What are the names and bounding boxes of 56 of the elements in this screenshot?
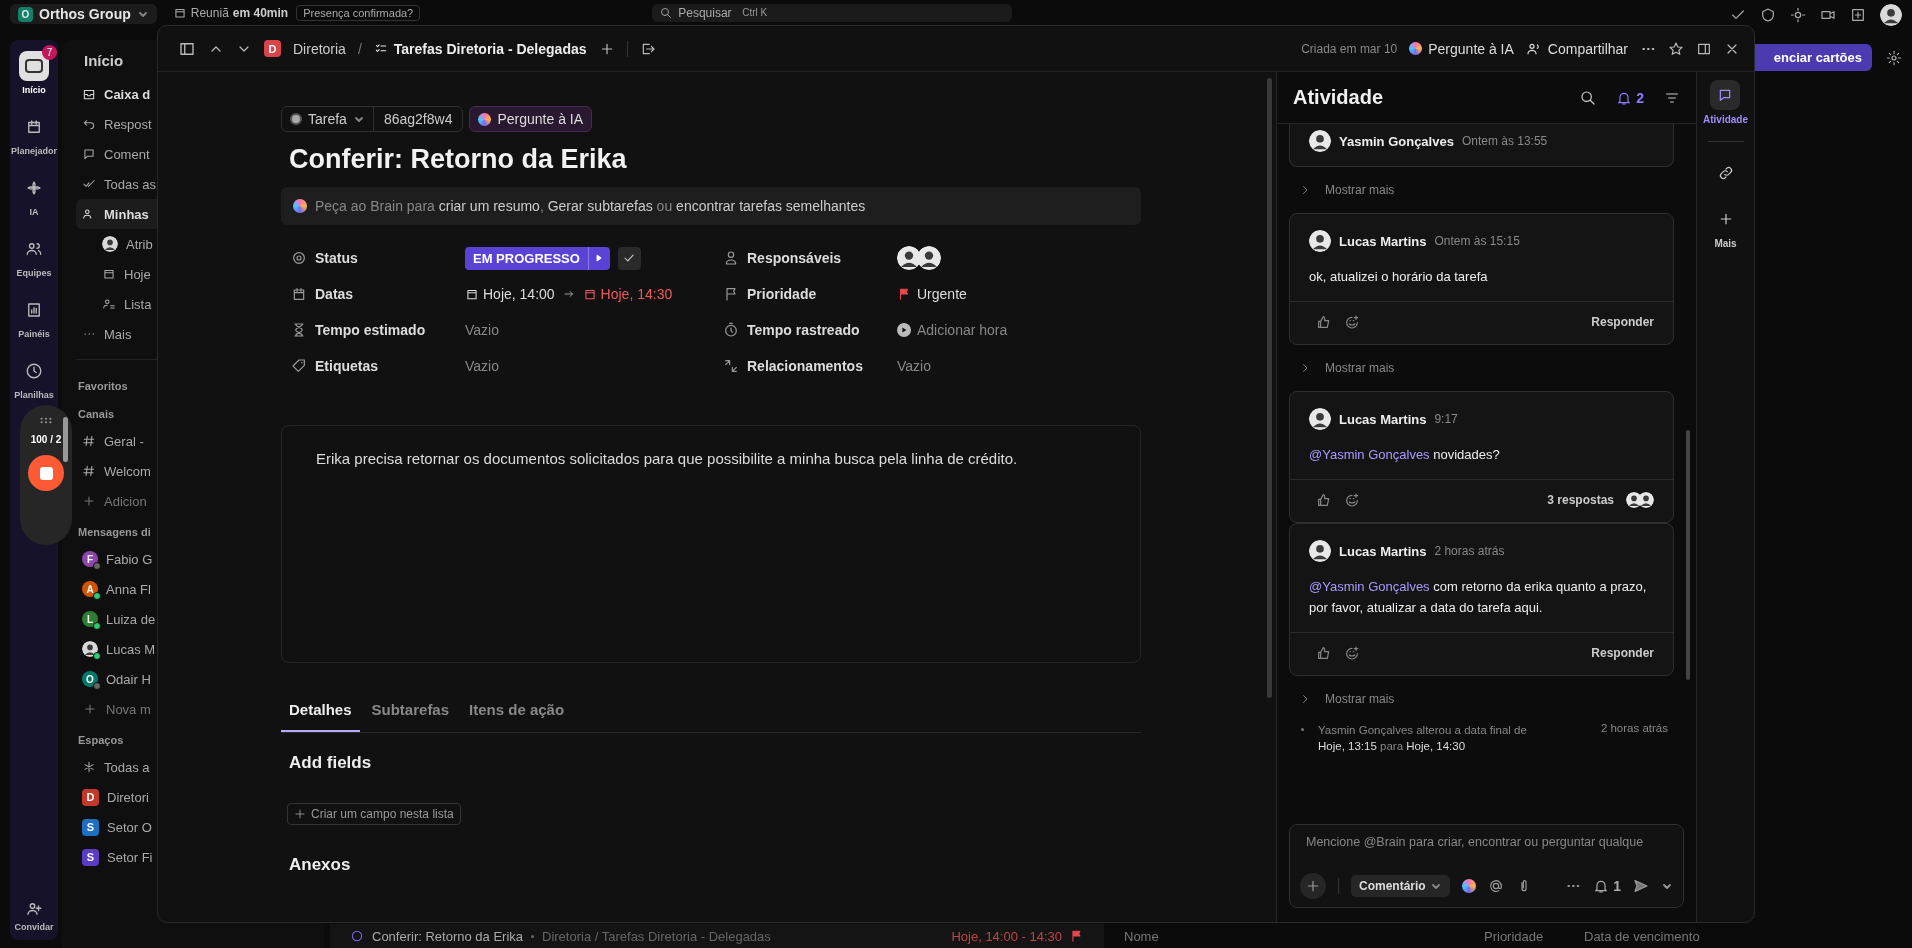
section-heading: Canais bbox=[77, 407, 116, 422]
space-badge: D bbox=[264, 40, 281, 57]
comment-text: ok, atualizei o horário da tarefa bbox=[1308, 268, 1489, 286]
panel-title: Atividade bbox=[1293, 86, 1384, 109]
avatar: F bbox=[82, 551, 98, 567]
field-label: Prioridade bbox=[747, 286, 818, 302]
contact-name: Lucas M bbox=[106, 641, 156, 657]
comment-time: 2 horas atrás bbox=[1434, 544, 1505, 558]
comment-text: @Yasmin Gonçalves com retorno da erika quanto a prazo, por favor, atualizar a data do tarefa aqui. bbox=[1308, 578, 1648, 617]
contact-name: Luiza de bbox=[106, 611, 156, 627]
section-heading: Mensagens di bbox=[77, 525, 152, 540]
space-badge: D bbox=[82, 788, 99, 806]
section-heading: Anexos bbox=[289, 855, 352, 875]
column-header: Nome bbox=[1124, 928, 1160, 944]
space-badge: S bbox=[82, 818, 99, 836]
space-name: Setor Fi bbox=[107, 849, 153, 865]
meeting-time: em 40min bbox=[232, 6, 289, 20]
space-name: Todas a bbox=[104, 759, 150, 775]
space-name: Setor O bbox=[107, 819, 152, 835]
shortcut-hint: Ctrl K bbox=[742, 7, 768, 18]
notification-badge: 7 bbox=[42, 45, 57, 60]
contact-name: Odair H bbox=[106, 671, 151, 687]
field-label: Etiquetas bbox=[315, 358, 379, 374]
breadcrumb-separator: / bbox=[357, 40, 362, 57]
contact-name: Fabio G bbox=[106, 551, 153, 567]
avatar: L bbox=[82, 611, 98, 627]
recording-counter: 100 / 2 bbox=[30, 434, 62, 445]
column-header: Prioridade bbox=[1484, 928, 1545, 944]
comment-text: @Yasmin Gonçalves novidades? bbox=[1308, 446, 1501, 464]
field-label: Status bbox=[315, 250, 359, 266]
activity-time: 2 horas atrás bbox=[1600, 722, 1668, 734]
field-label: Tempo rastreado bbox=[747, 322, 861, 338]
task-location: Diretoria / Tarefas Diretoria - Delegadas bbox=[542, 928, 771, 944]
section-heading: Add fields bbox=[289, 753, 373, 773]
avatar: A bbox=[82, 581, 98, 597]
field-label: Datas bbox=[315, 286, 355, 302]
created-date: Criada em mar 10 bbox=[1301, 41, 1398, 56]
field-label: Responsáveis bbox=[747, 250, 843, 266]
field-label: Relacionamentos bbox=[747, 358, 864, 374]
task-dates: Hoje, 14:00 - 14:30 bbox=[951, 928, 1062, 944]
field-label: Tempo estimado bbox=[315, 322, 427, 338]
contact-name: Nova m bbox=[106, 701, 151, 717]
description-text: Erika precisa retornar os documentos solicitados para que possibilite a minha busca pela linha de crédito. bbox=[316, 450, 1019, 467]
space-name: Diretori bbox=[107, 789, 149, 805]
comment-time: 9:17 bbox=[1434, 412, 1458, 426]
contact-name: Anna Fl bbox=[106, 581, 151, 597]
avatar: O bbox=[82, 671, 98, 687]
space-badge: S bbox=[82, 848, 99, 866]
comment-time: Ontem às 15:15 bbox=[1434, 234, 1520, 248]
sidebar-title: Início bbox=[83, 51, 124, 71]
task-name: Conferir: Retorno da Erika bbox=[372, 928, 523, 944]
meeting-title: Reuniã bbox=[190, 6, 229, 20]
comment-time: Ontem às 13:55 bbox=[1461, 134, 1548, 148]
section-heading: Espaços bbox=[77, 733, 125, 748]
column-header: Data de vencimento bbox=[1584, 928, 1700, 944]
activity-entry: Yasmin Gonçalves alterou a data final de Hoje, 13:15 para Hoje, 14:30 bbox=[1318, 723, 1528, 754]
